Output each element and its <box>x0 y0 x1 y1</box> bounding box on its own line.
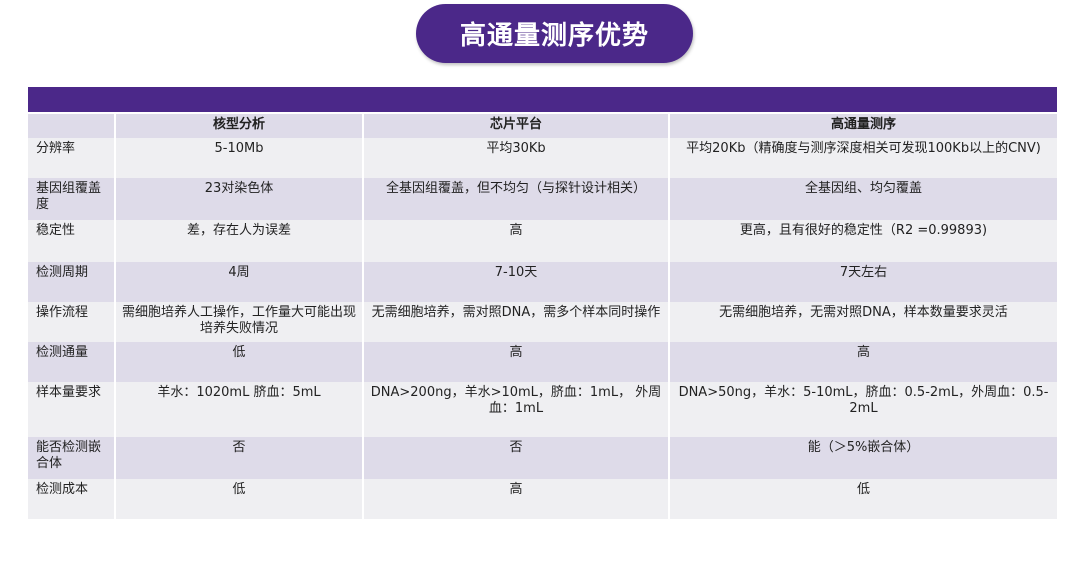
table-cell: 23对染色体 <box>114 178 363 220</box>
table-cell: 高 <box>362 479 669 519</box>
row-label: 检测通量 <box>28 342 115 382</box>
table-cell: 平均20Kb（精确度与测序深度相关可发现100Kb以上的CNV) <box>668 138 1057 178</box>
column-header-ngs: 高通量测序 <box>668 114 1057 138</box>
row-label: 检测成本 <box>28 479 115 519</box>
table-cell: 4周 <box>114 262 363 302</box>
table-header-row: 核型分析 芯片平台 高通量测序 <box>28 114 1057 138</box>
table-cell: 需细胞培养人工操作，工作量大可能出现培养失败情况 <box>114 302 363 342</box>
table-row: 检测通量 低 高 高 <box>28 342 1057 382</box>
comparison-table: 核型分析 芯片平台 高通量测序 分辨率 5-10Mb 平均30Kb 平均20Kb… <box>28 114 1057 519</box>
table-cell: 高 <box>668 342 1057 382</box>
table-row: 分辨率 5-10Mb 平均30Kb 平均20Kb（精确度与测序深度相关可发现10… <box>28 138 1057 178</box>
table-cell: 无需细胞培养，需对照DNA，需多个样本同时操作 <box>362 302 669 342</box>
row-label: 稳定性 <box>28 220 115 262</box>
header-band <box>28 87 1057 112</box>
row-label: 操作流程 <box>28 302 115 342</box>
table-cell: 羊水：1020mL 脐血：5mL <box>114 382 363 437</box>
row-label: 样本量要求 <box>28 382 115 437</box>
table-cell: 5-10Mb <box>114 138 363 178</box>
table-cell: 否 <box>362 437 669 479</box>
row-label: 基因组覆盖度 <box>28 178 115 220</box>
table-row: 样本量要求 羊水：1020mL 脐血：5mL DNA>200ng，羊水>10mL… <box>28 382 1057 437</box>
table-row: 检测成本 低 高 低 <box>28 479 1057 519</box>
table-row: 操作流程 需细胞培养人工操作，工作量大可能出现培养失败情况 无需细胞培养，需对照… <box>28 302 1057 342</box>
table-cell: 高 <box>362 342 669 382</box>
table-cell: 否 <box>114 437 363 479</box>
table-cell: 高 <box>362 220 669 262</box>
row-label: 能否检测嵌合体 <box>28 437 115 479</box>
column-header-blank <box>28 114 115 138</box>
table-cell: 无需细胞培养，无需对照DNA，样本数量要求灵活 <box>668 302 1057 342</box>
table-cell: 低 <box>668 479 1057 519</box>
table-cell: DNA>50ng，羊水：5-10mL，脐血：0.5-2mL，外周血：0.5-2m… <box>668 382 1057 437</box>
page-title: 高通量测序优势 <box>416 4 693 63</box>
row-label: 分辨率 <box>28 138 115 178</box>
table-cell: 全基因组、均匀覆盖 <box>668 178 1057 220</box>
table-row: 能否检测嵌合体 否 否 能（＞5%嵌合体） <box>28 437 1057 479</box>
table-row: 检测周期 4周 7-10天 7天左右 <box>28 262 1057 302</box>
table-cell: 低 <box>114 342 363 382</box>
table-cell: 更高，且有很好的稳定性（R2 =0.99893) <box>668 220 1057 262</box>
table-cell: 全基因组覆盖，但不均匀（与探针设计相关） <box>362 178 669 220</box>
table-cell: 低 <box>114 479 363 519</box>
row-label: 检测周期 <box>28 262 115 302</box>
table-cell: 能（＞5%嵌合体） <box>668 437 1057 479</box>
table-cell: 7-10天 <box>362 262 669 302</box>
column-header-chip: 芯片平台 <box>362 114 669 138</box>
table-cell: 7天左右 <box>668 262 1057 302</box>
table-cell: DNA>200ng，羊水>10mL，脐血：1mL， 外周血：1mL <box>362 382 669 437</box>
table-cell: 平均30Kb <box>362 138 669 178</box>
table-row: 基因组覆盖度 23对染色体 全基因组覆盖，但不均匀（与探针设计相关） 全基因组、… <box>28 178 1057 220</box>
column-header-karyotype: 核型分析 <box>114 114 363 138</box>
table-cell: 差，存在人为误差 <box>114 220 363 262</box>
table-row: 稳定性 差，存在人为误差 高 更高，且有很好的稳定性（R2 =0.99893) <box>28 220 1057 262</box>
